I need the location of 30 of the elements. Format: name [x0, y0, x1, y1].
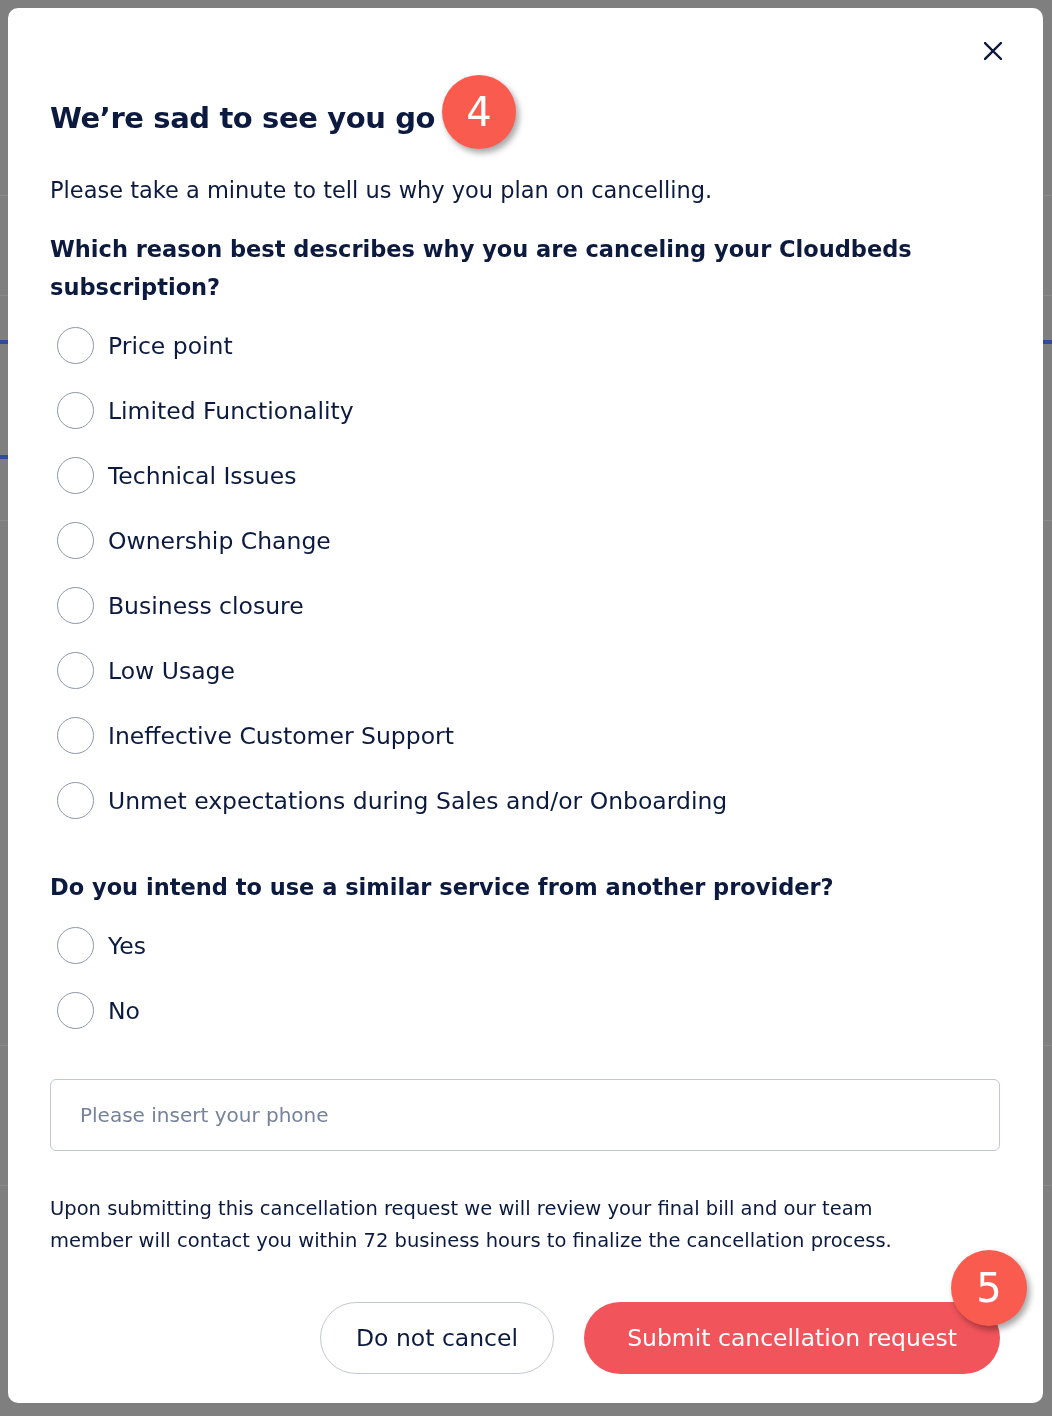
step-badge: 5: [951, 1250, 1027, 1326]
radio-label[interactable]: No: [108, 994, 140, 1027]
radio-label[interactable]: Unmet expectations during Sales and/or Onboarding: [108, 784, 728, 817]
intro-text: Please take a minute to tell us why you plan on cancelling.: [50, 176, 714, 205]
cancel-button[interactable]: Do not cancel: [320, 1302, 554, 1374]
radio-label[interactable]: Limited Functionality: [108, 394, 354, 427]
radio-button[interactable]: [57, 652, 94, 689]
radio-button[interactable]: [57, 992, 94, 1029]
radio-button[interactable]: [57, 587, 94, 624]
phone-input[interactable]: Please insert your phone: [50, 1079, 1000, 1151]
radio-button[interactable]: [57, 782, 94, 819]
radio-label[interactable]: Price point: [108, 329, 233, 362]
radio-button[interactable]: [57, 457, 94, 494]
dialog-title: We’re sad to see you go: [50, 99, 436, 137]
step-badge: 4: [442, 75, 517, 149]
radio-label[interactable]: Ownership Change: [108, 524, 331, 557]
close-icon: [984, 42, 1002, 60]
notice-text: Upon submitting this cancellation request we will review your final bill and our team member will contact you within 72 business hours to finalize the cancellation process.: [50, 1196, 893, 1254]
radio-label[interactable]: Business closure: [108, 589, 304, 622]
radio-button[interactable]: [57, 392, 94, 429]
question-label: Do you intend to use a similar service from another provider?: [50, 873, 835, 902]
radio-label[interactable]: Yes: [108, 929, 146, 962]
radio-label[interactable]: Low Usage: [108, 654, 235, 687]
radio-button[interactable]: [57, 927, 94, 964]
radio-label[interactable]: Technical Issues: [108, 459, 297, 492]
radio-button[interactable]: [57, 717, 94, 754]
radio-button[interactable]: [57, 522, 94, 559]
radio-label[interactable]: Ineffective Customer Support: [108, 719, 454, 752]
radio-button[interactable]: [57, 327, 94, 364]
question-label: Which reason best describes why you are canceling your Cloudbeds subscription?: [50, 235, 913, 302]
